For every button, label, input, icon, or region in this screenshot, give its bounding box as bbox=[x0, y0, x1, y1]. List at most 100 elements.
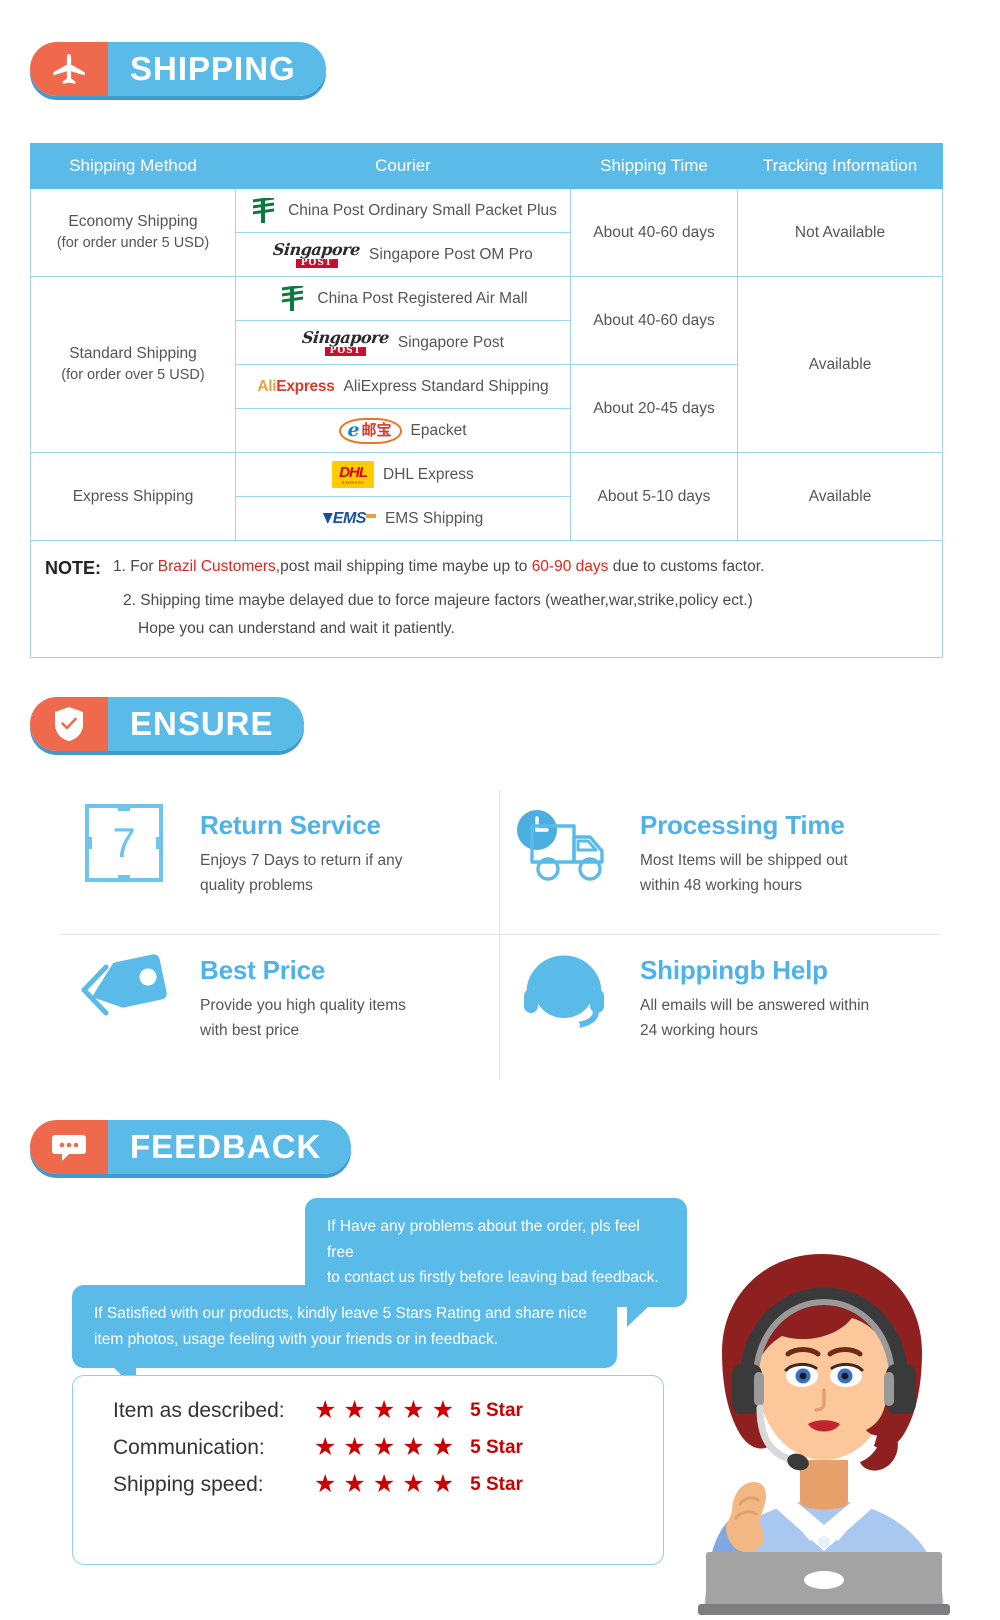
star-icon: ★ bbox=[372, 1433, 396, 1461]
ems-logo: EMS bbox=[322, 509, 376, 527]
truck-clock-icon bbox=[510, 804, 618, 886]
ensure-features-grid: 7 Return Service Enjoys 7 Days to return… bbox=[60, 790, 940, 1080]
airplane-icon bbox=[30, 42, 108, 96]
cell-courier: e 邮宝 Epacket bbox=[235, 408, 571, 453]
table-row: Standard Shipping (for order over 5 USD) bbox=[30, 276, 943, 453]
feature-desc-line2: within 48 working hours bbox=[640, 876, 802, 894]
dhl-logo: DHL EXPRESS bbox=[332, 461, 375, 488]
rating-stars: ★ ★ ★ ★ ★ bbox=[314, 1398, 454, 1423]
ems-logo-bar-left bbox=[322, 513, 333, 524]
china-post-logo bbox=[278, 283, 308, 312]
rating-value: 5 Star bbox=[470, 1473, 523, 1495]
seven-day-box-icon: 7 bbox=[70, 804, 178, 882]
courier-name: EMS Shipping bbox=[384, 509, 484, 527]
singapore-post-script: Singapore bbox=[272, 239, 362, 259]
courier-name: Epacket bbox=[410, 421, 467, 439]
ensure-section-title: ENSURE bbox=[108, 697, 304, 751]
singapore-post-badge: POST bbox=[295, 258, 338, 268]
star-icon: ★ bbox=[314, 1433, 337, 1461]
star-icon: ★ bbox=[431, 1396, 455, 1424]
table-header-row: Shipping Method Courier Shipping Time Tr… bbox=[30, 143, 943, 189]
feature-return-service: 7 Return Service Enjoys 7 Days to return… bbox=[60, 790, 500, 935]
cell-courier: Singapore POST Singapore Post OM Pro bbox=[235, 232, 571, 277]
note-line-3: Hope you can understand and wait it pati… bbox=[138, 620, 455, 638]
rating-label: Item as described: bbox=[113, 1398, 285, 1422]
shipping-section-banner: SHIPPING bbox=[30, 42, 326, 96]
bubble-line-1: If Have any problems about the order, pl… bbox=[327, 1218, 640, 1261]
note-line-2: 2. Shipping time maybe delayed due to fo… bbox=[123, 592, 753, 610]
header-shipping-time: Shipping Time bbox=[570, 143, 738, 189]
feedback-section-banner: FEEDBACK bbox=[30, 1120, 352, 1174]
shipping-section-title: SHIPPING bbox=[108, 42, 326, 96]
note-line-1: 1. For Brazil Customers,post mail shippi… bbox=[113, 555, 942, 579]
note-l1-highlight-brazil: Brazil Customers bbox=[157, 558, 276, 575]
aliexpress-logo-ali: Ali bbox=[257, 377, 277, 395]
cell-courier: AliExpress AliExpress Standard Shipping bbox=[235, 364, 571, 409]
feature-desc-line1: Enjoys 7 Days to return if any bbox=[200, 852, 403, 869]
star-icon: ★ bbox=[402, 1470, 425, 1498]
feature-title: Return Service bbox=[200, 810, 381, 840]
price-tag-icon bbox=[70, 949, 178, 1031]
table-note-row: NOTE: 1. For Brazil Customers,post mail … bbox=[30, 539, 943, 659]
header-tracking-information: Tracking Information bbox=[737, 143, 943, 189]
cell-tracking: Available bbox=[737, 452, 943, 541]
ensure-section-banner: ENSURE bbox=[30, 697, 304, 751]
note-l1-c: due to customs factor. bbox=[608, 558, 765, 575]
epacket-logo: e 邮宝 bbox=[339, 417, 402, 444]
note-l1-highlight-days: 60-90 days bbox=[531, 558, 609, 575]
rating-value: 5 Star bbox=[470, 1436, 523, 1458]
epacket-logo-cn: 邮宝 bbox=[361, 421, 392, 439]
chat-bubble-icon bbox=[30, 1120, 108, 1174]
courier-name: Singapore Post bbox=[397, 333, 504, 351]
ems-logo-bar-right bbox=[365, 513, 376, 518]
dhl-logo-main: DHL bbox=[339, 464, 368, 481]
feedback-ratings-box: Item as described: ★ ★ ★ ★ ★ 5 Star Comm… bbox=[72, 1375, 664, 1565]
rating-row-communication: Communication: ★ ★ ★ ★ ★ 5 Star bbox=[113, 1435, 663, 1460]
table-row: Express Shipping DHL EXPRESS DHL Express… bbox=[30, 452, 943, 541]
ems-logo-text: EMS bbox=[332, 509, 367, 527]
star-icon: ★ bbox=[431, 1433, 455, 1461]
feature-desc-line1: All emails will be answered within bbox=[640, 997, 870, 1014]
courier-name: Singapore Post OM Pro bbox=[369, 245, 533, 263]
cell-courier: China Post Ordinary Small Packet Plus bbox=[235, 188, 571, 233]
method-name: Express Shipping bbox=[72, 487, 194, 505]
bubble-line-2: item photos, usage feeling with your fri… bbox=[94, 1330, 499, 1348]
cell-shipping-time: About 40-60 days bbox=[570, 188, 738, 277]
rating-row-shipping-speed: Shipping speed: ★ ★ ★ ★ ★ 5 Star bbox=[113, 1472, 663, 1497]
china-post-logo bbox=[249, 195, 279, 224]
feature-best-price: Best Price Provide you high quality item… bbox=[60, 935, 500, 1080]
rating-label: Shipping speed: bbox=[113, 1472, 264, 1496]
feature-processing-time: Processing Time Most Items will be shipp… bbox=[500, 790, 940, 935]
singapore-post-script: Singapore bbox=[301, 327, 390, 347]
feature-desc-line2: quality problems bbox=[200, 876, 313, 894]
cell-shipping-time: About 5-10 days bbox=[570, 452, 738, 541]
star-icon: ★ bbox=[402, 1433, 425, 1461]
star-icon: ★ bbox=[314, 1470, 337, 1498]
rating-label: Communication: bbox=[113, 1435, 265, 1459]
courier-name: China Post Ordinary Small Packet Plus bbox=[288, 201, 557, 219]
star-icon: ★ bbox=[343, 1396, 366, 1424]
cell-courier: Singapore POST Singapore Post bbox=[235, 320, 571, 365]
cell-shipping-time: About 40-60 days bbox=[570, 276, 738, 365]
star-icon: ★ bbox=[372, 1396, 396, 1424]
method-condition: (for order over 5 USD) bbox=[61, 367, 205, 384]
headset-support-icon bbox=[510, 949, 618, 1033]
table-row: Economy Shipping (for order under 5 USD) bbox=[30, 188, 943, 277]
cell-courier: DHL EXPRESS DHL Express bbox=[235, 452, 571, 497]
feature-shipping-help: Shippingb Help All emails will be answer… bbox=[500, 935, 940, 1080]
feature-title: Best Price bbox=[200, 955, 326, 985]
feedback-section-title: FEEDBACK bbox=[108, 1120, 352, 1174]
cell-shipping-time: About 20-45 days bbox=[570, 364, 738, 453]
feature-desc-line1: Provide you high quality items bbox=[200, 997, 406, 1014]
cell-method-standard: Standard Shipping (for order over 5 USD) bbox=[30, 276, 236, 453]
feature-desc-line2: 24 working hours bbox=[640, 1021, 759, 1039]
feature-title: Shippingb Help bbox=[640, 955, 828, 985]
customer-service-agent-illustration bbox=[648, 1212, 1000, 1615]
feedback-bubble-satisfied: If Satisfied with our products, kindly l… bbox=[72, 1285, 617, 1390]
cell-method-economy: Economy Shipping (for order under 5 USD) bbox=[30, 188, 236, 277]
header-courier: Courier bbox=[235, 143, 571, 189]
rating-stars: ★ ★ ★ ★ ★ bbox=[314, 1472, 454, 1497]
cell-method-express: Express Shipping bbox=[30, 452, 236, 541]
method-condition: (for order under 5 USD) bbox=[56, 235, 210, 252]
cell-tracking: Not Available bbox=[737, 188, 943, 277]
